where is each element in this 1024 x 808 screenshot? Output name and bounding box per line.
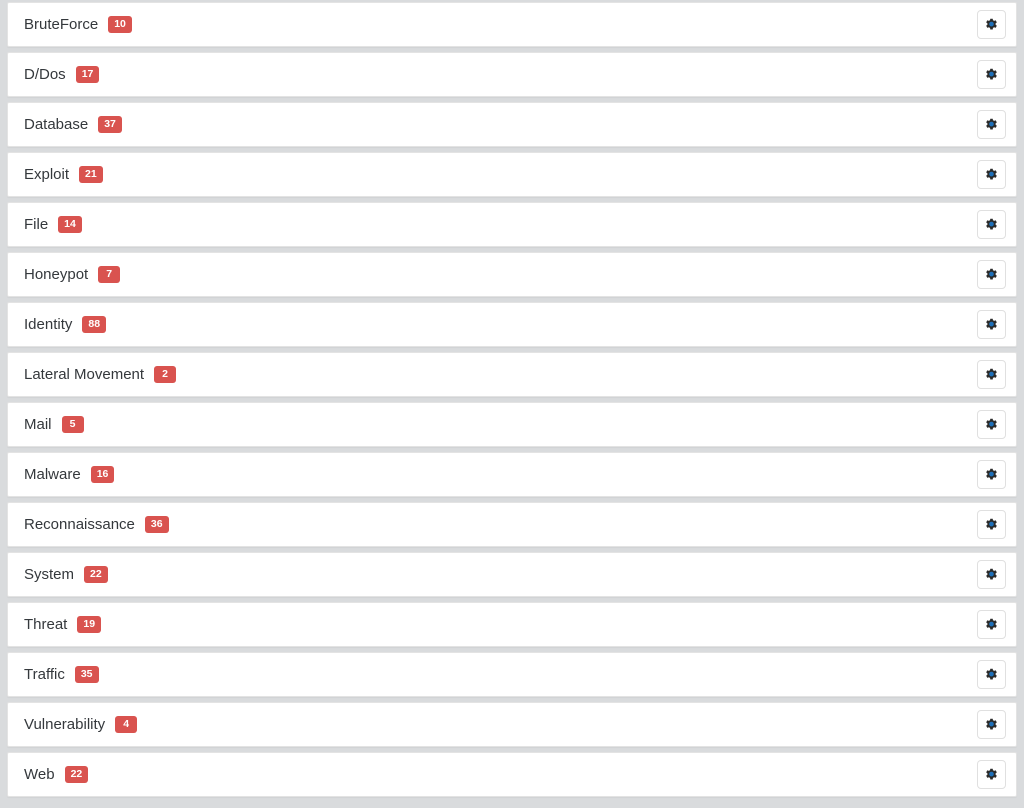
- category-row-content: Honeypot 7: [24, 266, 977, 283]
- category-label: Malware: [24, 466, 81, 483]
- category-settings-button[interactable]: [977, 360, 1006, 389]
- gear-icon: [984, 617, 999, 632]
- category-count-badge: 37: [98, 116, 122, 133]
- alert-category-list: BruteForce 10 D/Dos 17 Database 37 Explo…: [0, 0, 1024, 797]
- category-count-badge: 14: [58, 216, 82, 233]
- category-row-content: Identity 88: [24, 316, 977, 333]
- category-row[interactable]: BruteForce 10: [7, 2, 1017, 47]
- category-settings-button[interactable]: [977, 310, 1006, 339]
- category-settings-button[interactable]: [977, 260, 1006, 289]
- category-label: System: [24, 566, 75, 583]
- category-row[interactable]: D/Dos 17: [7, 52, 1017, 97]
- category-row[interactable]: Traffic 35: [7, 652, 1017, 697]
- category-count-badge: 21: [79, 166, 103, 183]
- category-count-badge: 19: [77, 616, 102, 633]
- category-row-content: Web 22: [24, 766, 977, 783]
- gear-icon: [984, 567, 999, 582]
- category-count-badge: 16: [90, 466, 115, 483]
- category-row[interactable]: Malware 16: [7, 452, 1017, 497]
- category-settings-button[interactable]: [977, 160, 1006, 189]
- gear-icon: [984, 317, 999, 332]
- gear-icon: [984, 667, 999, 682]
- category-label: File: [24, 216, 49, 233]
- category-row-content: Reconnaissance 36: [24, 516, 977, 533]
- category-count-badge: 35: [74, 666, 99, 683]
- category-row-content: File 14: [24, 216, 977, 233]
- gear-icon: [984, 767, 999, 782]
- category-row-content: System 22: [24, 566, 977, 583]
- category-label: Database: [24, 116, 89, 133]
- gear-icon: [984, 717, 999, 732]
- category-label: Web: [24, 766, 55, 783]
- category-row-content: Vulnerability 4: [24, 716, 977, 733]
- category-row[interactable]: Vulnerability 4: [7, 702, 1017, 747]
- category-label: Honeypot: [24, 266, 89, 283]
- category-label: Reconnaissance: [24, 516, 135, 533]
- category-label: Threat: [24, 616, 68, 633]
- category-row-content: Threat 19: [24, 616, 977, 633]
- category-settings-button[interactable]: [977, 760, 1006, 789]
- category-row-content: Mail 5: [24, 416, 977, 433]
- gear-icon: [984, 167, 999, 182]
- gear-icon: [984, 417, 999, 432]
- category-count-badge: 88: [82, 316, 107, 333]
- category-settings-button[interactable]: [977, 60, 1006, 89]
- category-label: Exploit: [24, 166, 70, 183]
- category-settings-button[interactable]: [977, 210, 1006, 239]
- category-row[interactable]: Web 22: [7, 752, 1017, 797]
- category-label: Mail: [24, 416, 52, 433]
- category-row[interactable]: Reconnaissance 36: [7, 502, 1017, 547]
- category-label: D/Dos: [24, 66, 66, 83]
- gear-icon: [984, 67, 999, 82]
- category-row-content: Database 37: [24, 116, 977, 133]
- category-row[interactable]: Mail 5: [7, 402, 1017, 447]
- category-settings-button[interactable]: [977, 710, 1006, 739]
- category-label: Vulnerability: [24, 716, 106, 733]
- gear-icon: [984, 117, 999, 132]
- gear-icon: [984, 467, 999, 482]
- category-row[interactable]: Threat 19: [7, 602, 1017, 647]
- category-row[interactable]: Honeypot 7: [7, 252, 1017, 297]
- gear-icon: [984, 17, 999, 32]
- category-settings-button[interactable]: [977, 560, 1006, 589]
- category-settings-button[interactable]: [977, 410, 1006, 439]
- category-label: Identity: [24, 316, 73, 333]
- category-row-content: Lateral Movement 2: [24, 366, 977, 383]
- category-count-badge: 2: [154, 366, 177, 383]
- category-row-content: BruteForce 10: [24, 16, 977, 33]
- category-row[interactable]: System 22: [7, 552, 1017, 597]
- category-row[interactable]: Exploit 21: [7, 152, 1017, 197]
- category-row-content: Exploit 21: [24, 166, 977, 183]
- category-count-badge: 17: [75, 66, 100, 83]
- gear-icon: [984, 367, 999, 382]
- category-count-badge: 7: [98, 266, 121, 283]
- category-count-badge: 5: [61, 416, 84, 433]
- category-count-badge: 22: [84, 566, 108, 583]
- category-settings-button[interactable]: [977, 610, 1006, 639]
- category-row-content: Malware 16: [24, 466, 977, 483]
- category-count-badge: 22: [64, 766, 89, 783]
- category-label: Lateral Movement: [24, 366, 145, 383]
- category-settings-button[interactable]: [977, 110, 1006, 139]
- gear-icon: [984, 217, 999, 232]
- category-label: Traffic: [24, 666, 65, 683]
- category-settings-button[interactable]: [977, 460, 1006, 489]
- category-count-badge: 36: [144, 516, 169, 533]
- category-row-content: Traffic 35: [24, 666, 977, 683]
- category-label: BruteForce: [24, 16, 99, 33]
- category-settings-button[interactable]: [977, 510, 1006, 539]
- gear-icon: [984, 517, 999, 532]
- category-row[interactable]: Lateral Movement 2: [7, 352, 1017, 397]
- category-count-badge: 4: [115, 716, 138, 733]
- category-count-badge: 10: [108, 16, 132, 33]
- category-row-content: D/Dos 17: [24, 66, 977, 83]
- category-row[interactable]: Identity 88: [7, 302, 1017, 347]
- category-settings-button[interactable]: [977, 10, 1006, 39]
- category-row[interactable]: File 14: [7, 202, 1017, 247]
- category-row[interactable]: Database 37: [7, 102, 1017, 147]
- gear-icon: [984, 267, 999, 282]
- category-settings-button[interactable]: [977, 660, 1006, 689]
